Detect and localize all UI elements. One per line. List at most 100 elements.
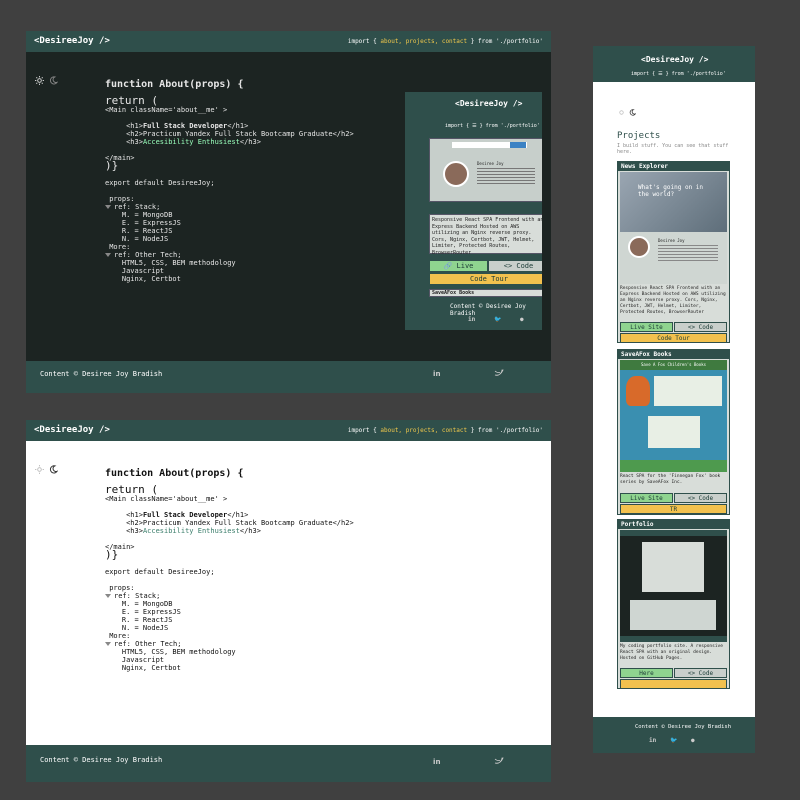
hamburger-icon[interactable]: ☰ bbox=[658, 71, 662, 77]
code-tour-button[interactable]: Code Tour bbox=[429, 273, 542, 285]
avatar bbox=[443, 161, 469, 187]
stack-item: R. = ReactJS bbox=[121, 227, 173, 235]
next-card-title: SaveAFox Books bbox=[429, 289, 542, 297]
props-label: props: bbox=[109, 584, 135, 592]
twitter-icon[interactable] bbox=[494, 369, 504, 377]
nav-menu: import { about, projects, contact } from… bbox=[348, 427, 543, 434]
nav-suffix: } from './portfolio' bbox=[470, 38, 543, 45]
h1-open: <h1> bbox=[126, 511, 143, 519]
nav-projects-link[interactable]: projects, bbox=[406, 427, 439, 434]
footer-copyright: Content © Desiree Joy Bradish bbox=[450, 303, 526, 317]
h1-open: <h1> bbox=[126, 122, 143, 130]
twitter-icon[interactable]: 🐦 bbox=[670, 737, 677, 744]
nav-prefix: import { bbox=[445, 123, 470, 129]
book-panel bbox=[654, 376, 722, 406]
sun-icon[interactable] bbox=[35, 76, 44, 85]
project-card-saveafox: SaveAFox Books Save A Fox Children's Boo… bbox=[617, 349, 730, 515]
main-open-tag: <Main className='about__me' > bbox=[105, 106, 228, 114]
live-label: Live bbox=[456, 262, 474, 270]
moon-icon[interactable] bbox=[49, 465, 58, 474]
caret-down-icon[interactable] bbox=[105, 642, 111, 646]
nav-prefix: import { bbox=[347, 427, 377, 434]
footer-copyright: Content © Desiree Joy Bradish bbox=[635, 724, 732, 730]
twitter-icon[interactable] bbox=[494, 757, 504, 765]
role-title: Full Stack Developer bbox=[142, 122, 228, 130]
footer-copyright: Content © Desiree Joy Bradish bbox=[40, 756, 163, 764]
caret-down-icon[interactable] bbox=[105, 205, 111, 209]
tour-label: Code Tour bbox=[470, 275, 508, 283]
code-label: <> Code bbox=[503, 262, 534, 270]
search-button[interactable] bbox=[510, 142, 526, 148]
code-button[interactable]: <> Code bbox=[488, 260, 542, 272]
github-icon[interactable]: ● bbox=[520, 316, 524, 323]
desktop-light-frame: <DesireeJoy /> import { about, projects,… bbox=[26, 420, 551, 782]
return-close: )} bbox=[105, 548, 119, 561]
about-code-block: function About(props) { return ( <Main c… bbox=[105, 73, 354, 291]
linkedin-icon[interactable]: in bbox=[433, 757, 442, 765]
h1-close: </h1> bbox=[227, 122, 249, 130]
sun-icon[interactable] bbox=[35, 465, 44, 474]
export-line: export default DesireeJoy; bbox=[105, 568, 215, 576]
projects-heading: Projects bbox=[617, 131, 661, 141]
card-title: SaveAFox Books bbox=[432, 290, 475, 296]
brand-logo[interactable]: <DesireeJoy /> bbox=[34, 36, 110, 46]
nav-menu: import { about, projects, contact } from… bbox=[348, 38, 543, 45]
tablet-footer: Content © Desiree Joy Bradish in 🐦 ● bbox=[405, 297, 542, 330]
nav-contact-link[interactable]: contact bbox=[442, 38, 467, 45]
linkedin-icon[interactable]: in bbox=[433, 369, 442, 377]
linkedin-icon[interactable]: in bbox=[649, 737, 656, 744]
mobile-projects-frame: <DesireeJoy /> import { ☰ } from './port… bbox=[593, 46, 755, 753]
here-button[interactable]: Here bbox=[620, 668, 673, 678]
sun-icon[interactable] bbox=[618, 109, 625, 116]
moon-icon[interactable] bbox=[49, 76, 58, 85]
caret-down-icon[interactable] bbox=[105, 594, 111, 598]
tablet-card-preview: Desiree Joy bbox=[429, 138, 542, 202]
project-screenshot: What's going on in the world? Desiree Jo… bbox=[620, 172, 727, 284]
nav-contact-link[interactable]: contact bbox=[442, 427, 467, 434]
live-site-button[interactable]: Live Site bbox=[620, 322, 673, 332]
brand-logo[interactable]: <DesireeJoy /> bbox=[641, 55, 708, 64]
code-button[interactable]: <> Code bbox=[674, 322, 727, 332]
twitter-icon[interactable]: 🐦 bbox=[494, 316, 501, 323]
grass-strip bbox=[620, 460, 727, 472]
nav-projects-link[interactable]: projects, bbox=[406, 38, 439, 45]
code-tour-button[interactable]: Code Tour bbox=[620, 333, 727, 343]
code-label: <> Code bbox=[687, 670, 714, 677]
code-button[interactable]: <> Code bbox=[674, 668, 727, 678]
code-button[interactable]: <> Code bbox=[674, 493, 727, 503]
accessibility-text: Accesibility Enthusiest bbox=[142, 138, 240, 146]
hamburger-icon[interactable]: ☰ bbox=[472, 123, 476, 129]
h3-close: </h3> bbox=[239, 527, 261, 535]
tour-button[interactable]: TR bbox=[620, 504, 727, 514]
project-card-portfolio: Portfolio My coding portfolio site. A re… bbox=[617, 519, 730, 689]
stack-item: M. = MongoDB bbox=[121, 211, 173, 219]
h2-line: <h2>Practicum Yandex Full Stack Bootcamp… bbox=[126, 519, 354, 527]
footer: Content © Desiree Joy Bradish in bbox=[26, 745, 551, 782]
header: <DesireeJoy /> import { about, projects,… bbox=[26, 420, 551, 441]
mobile-nav[interactable]: import { ☰ } from './portfolio' bbox=[631, 71, 726, 77]
moon-icon[interactable] bbox=[629, 109, 636, 116]
fox-illustration bbox=[626, 376, 650, 406]
caret-down-icon[interactable] bbox=[105, 253, 111, 257]
brand-logo[interactable]: <DesireeJoy /> bbox=[455, 99, 522, 108]
live-button[interactable]: 🔗 Live bbox=[429, 260, 488, 272]
other-item: Javascript bbox=[121, 267, 165, 275]
role-title: Full Stack Developer bbox=[142, 511, 228, 519]
card-title: SaveAFox Books bbox=[618, 350, 729, 359]
stack-item: E. = ExpressJS bbox=[121, 219, 181, 227]
project-screenshot bbox=[620, 530, 727, 642]
footer-copyright: Content © Desiree Joy Bradish bbox=[40, 370, 163, 378]
hero-text: What's going on in the world? bbox=[638, 184, 704, 198]
brand-logo[interactable]: <DesireeJoy /> bbox=[34, 425, 110, 435]
live-site-button[interactable]: Live Site bbox=[620, 493, 673, 503]
github-icon[interactable]: ● bbox=[691, 737, 695, 744]
nav-about-link[interactable]: about, bbox=[380, 38, 402, 45]
linkedin-icon[interactable]: in bbox=[468, 316, 475, 323]
book-panel-2 bbox=[648, 416, 700, 448]
tablet-nav[interactable]: import { ☰ } from './portfolio' bbox=[445, 123, 540, 129]
stack-item: R. = ReactJS bbox=[121, 616, 173, 624]
stack-ref: ref: Stack; bbox=[114, 592, 161, 600]
extra-button[interactable] bbox=[620, 679, 727, 689]
nav-about-link[interactable]: about, bbox=[380, 427, 402, 434]
props-label: props: bbox=[109, 195, 135, 203]
